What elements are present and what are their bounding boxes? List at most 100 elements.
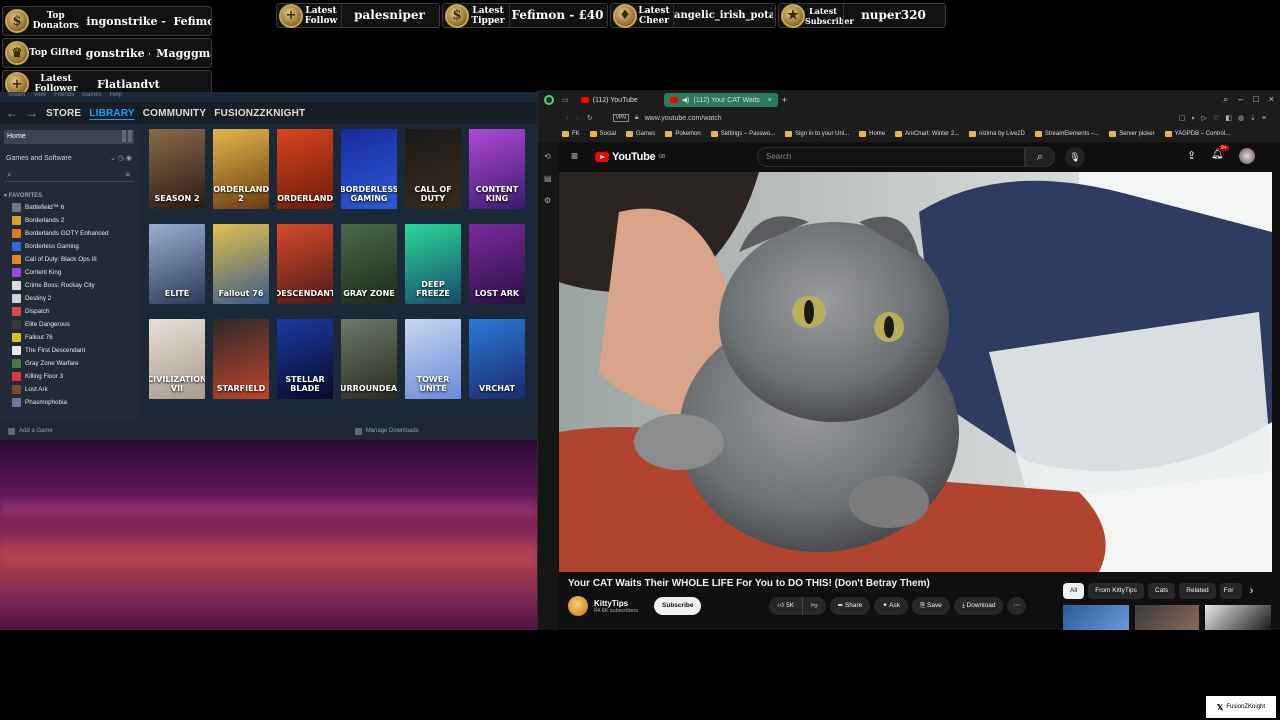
extension-icons[interactable]: ▢◐▷♡◧◍⇣≡ bbox=[1179, 114, 1272, 122]
close-tab-icon[interactable]: × bbox=[768, 97, 772, 104]
video-player[interactable] bbox=[559, 172, 1272, 572]
nav-username[interactable]: FUSIONZZKNIGHT bbox=[214, 108, 305, 119]
game-tile[interactable]: CONTENT KING bbox=[469, 129, 525, 209]
tab-youtube[interactable]: (112) YouTube bbox=[575, 93, 644, 107]
chip-related[interactable]: Related bbox=[1179, 583, 1216, 599]
tab-list-icon[interactable]: ▭ bbox=[562, 96, 569, 104]
chip-cats[interactable]: Cats bbox=[1147, 583, 1176, 599]
sidebar-game-item[interactable]: Phasmophobia bbox=[0, 396, 138, 409]
more-actions-button[interactable]: ⋯ bbox=[1007, 597, 1026, 615]
reload-icon[interactable]: ↻ bbox=[587, 114, 593, 122]
game-tile[interactable]: BORDERLESS GAMING bbox=[341, 129, 397, 209]
settings-icon[interactable]: ⚙ bbox=[544, 196, 551, 205]
microphone-icon[interactable]: 🎙︎ bbox=[1065, 147, 1085, 167]
sidebar-home[interactable]: Home bbox=[4, 130, 134, 144]
chip-for-you[interactable]: For bbox=[1219, 583, 1242, 599]
subscribe-button[interactable]: Subscribe bbox=[654, 597, 702, 615]
game-tile[interactable]: VRCHAT bbox=[469, 319, 525, 399]
game-tile[interactable]: SEASON 2 bbox=[149, 129, 205, 209]
channel-avatar[interactable] bbox=[568, 596, 588, 616]
minimize-icon[interactable]: – bbox=[1238, 94, 1243, 105]
sidebar-game-item[interactable]: Call of Duty: Black Ops III bbox=[0, 253, 138, 266]
game-tile[interactable]: ELITE bbox=[149, 224, 205, 304]
upload-icon[interactable]: ⇪ bbox=[1187, 149, 1196, 162]
chip-from-channel[interactable]: From KittyTips bbox=[1088, 583, 1144, 599]
tab-cat-video[interactable]: ◀) (112) Your CAT Waits × bbox=[663, 93, 778, 107]
sidebar-game-item[interactable]: Destiny 2 bbox=[0, 292, 138, 305]
url-field[interactable]: www.youtube.com/watch bbox=[645, 115, 722, 122]
game-tile[interactable]: LOST ARK bbox=[469, 224, 525, 304]
channel-name[interactable]: KittyTips bbox=[594, 599, 638, 608]
add-game-button[interactable]: Add a Game bbox=[8, 427, 53, 435]
related-thumbnail[interactable] bbox=[1135, 605, 1199, 630]
sidebar-search-input[interactable]: ⌕ ≡ bbox=[4, 170, 134, 182]
history-icon[interactable]: ⟲ bbox=[544, 152, 551, 161]
search-tabs-icon[interactable]: ⌕ bbox=[1223, 94, 1228, 105]
sidebar-game-item[interactable]: The First Descendant bbox=[0, 344, 138, 357]
sidebar-game-item[interactable]: Killing Floor 3 bbox=[0, 370, 138, 383]
forward-arrow-icon[interactable]: → bbox=[26, 106, 38, 120]
game-tile[interactable]: STARFIELD bbox=[213, 319, 269, 399]
chip-all[interactable]: All bbox=[1063, 583, 1085, 599]
sidebar-game-item[interactable]: Battlefield™ 6 bbox=[0, 201, 138, 214]
filter-lines-icon[interactable]: ≡ bbox=[125, 170, 130, 179]
related-thumbnail[interactable] bbox=[1063, 605, 1129, 630]
nav-store[interactable]: STORE bbox=[46, 108, 81, 119]
forward-icon[interactable]: › bbox=[576, 115, 578, 122]
bookmark-item[interactable]: Sign in to your Uni... bbox=[785, 131, 849, 137]
grid-view-icon[interactable] bbox=[122, 130, 132, 142]
ask-button[interactable]: ✦ Ask bbox=[874, 597, 909, 615]
sidebar-game-item[interactable]: Borderlands GOTY Enhanced bbox=[0, 227, 138, 240]
reading-icon[interactable]: ▤ bbox=[544, 174, 552, 183]
sidebar-game-item[interactable]: Borderlands 2 bbox=[0, 214, 138, 227]
close-window-icon[interactable]: × bbox=[1269, 94, 1274, 105]
youtube-logo[interactable]: YouTube GB bbox=[595, 151, 665, 163]
share-button[interactable]: ➦ Share bbox=[829, 597, 871, 615]
game-tile[interactable]: BORDERLANDS bbox=[277, 129, 333, 209]
bookmark-item[interactable]: AniChart: Winter 2... bbox=[895, 131, 959, 137]
sidebar-game-item[interactable]: Crime Boss: Rockay City bbox=[0, 279, 138, 292]
game-tile[interactable]: TOWER UNITE bbox=[405, 319, 461, 399]
sidebar-game-item[interactable]: Gray Zone Warfare bbox=[0, 357, 138, 370]
sidebar-filter-dropdown[interactable]: Games and Software ⌄ ◷ ◉ bbox=[4, 152, 134, 164]
sidebar-game-item[interactable]: Fallout 76 bbox=[0, 331, 138, 344]
download-button[interactable]: ⤓ Download bbox=[953, 597, 1004, 615]
game-tile[interactable]: DESCENDANT bbox=[277, 224, 333, 304]
back-arrow-icon[interactable]: ← bbox=[6, 106, 18, 120]
menu-steam[interactable]: Steam bbox=[8, 92, 25, 102]
manage-downloads-button[interactable]: Manage Downloads bbox=[354, 427, 419, 435]
bookmark-item[interactable]: YAGPDB – Control... bbox=[1164, 131, 1230, 137]
dislike-button[interactable]: 👎︎ bbox=[802, 597, 826, 615]
sidebar-game-item[interactable]: Dispatch bbox=[0, 305, 138, 318]
related-thumbnail[interactable] bbox=[1205, 605, 1271, 630]
nav-library[interactable]: LIBRARY bbox=[89, 108, 134, 119]
game-tile[interactable]: SURROUNDEAD bbox=[341, 319, 397, 399]
vpn-badge[interactable]: VPN bbox=[612, 114, 629, 122]
search-button[interactable]: ⌕ bbox=[1025, 147, 1055, 167]
bookmark-item[interactable]: FK bbox=[562, 131, 580, 137]
menu-games[interactable]: Games bbox=[82, 92, 101, 102]
menu-help[interactable]: Help bbox=[110, 92, 122, 102]
bookmark-item[interactable]: Pokemon bbox=[665, 131, 701, 137]
bookmark-item[interactable]: nizima by Live2D bbox=[969, 131, 1025, 137]
like-button[interactable]: 👍︎ 5K bbox=[769, 597, 803, 615]
new-tab-icon[interactable]: + bbox=[782, 95, 787, 105]
bookmark-item[interactable]: Social bbox=[589, 131, 616, 137]
menu-view[interactable]: View bbox=[33, 92, 46, 102]
game-tile[interactable]: Fallout 76 bbox=[213, 224, 269, 304]
game-tile[interactable]: BORDERLANDS 2 bbox=[213, 129, 269, 209]
sidebar-game-item[interactable]: Lost Ark bbox=[0, 383, 138, 396]
sidebar-game-item[interactable]: Content King bbox=[0, 266, 138, 279]
bookmark-item[interactable]: StreamElements –... bbox=[1034, 131, 1099, 137]
bookmark-item[interactable]: Server picker bbox=[1109, 131, 1155, 137]
maximize-icon[interactable]: □ bbox=[1253, 94, 1258, 105]
sidebar-game-item[interactable]: Borderless Gaming bbox=[0, 240, 138, 253]
sidebar-game-item[interactable]: Elite Dangerous bbox=[0, 318, 138, 331]
game-tile[interactable]: DEEP FREEZE bbox=[405, 224, 461, 304]
back-icon[interactable]: ‹ bbox=[566, 115, 568, 122]
game-tile[interactable]: GRAY ZONE bbox=[341, 224, 397, 304]
chevron-right-icon[interactable]: › bbox=[1250, 585, 1254, 597]
game-tile[interactable]: STELLAR BLADE bbox=[277, 319, 333, 399]
menu-friends[interactable]: Friends bbox=[54, 92, 74, 102]
nav-community[interactable]: COMMUNITY bbox=[143, 108, 206, 119]
